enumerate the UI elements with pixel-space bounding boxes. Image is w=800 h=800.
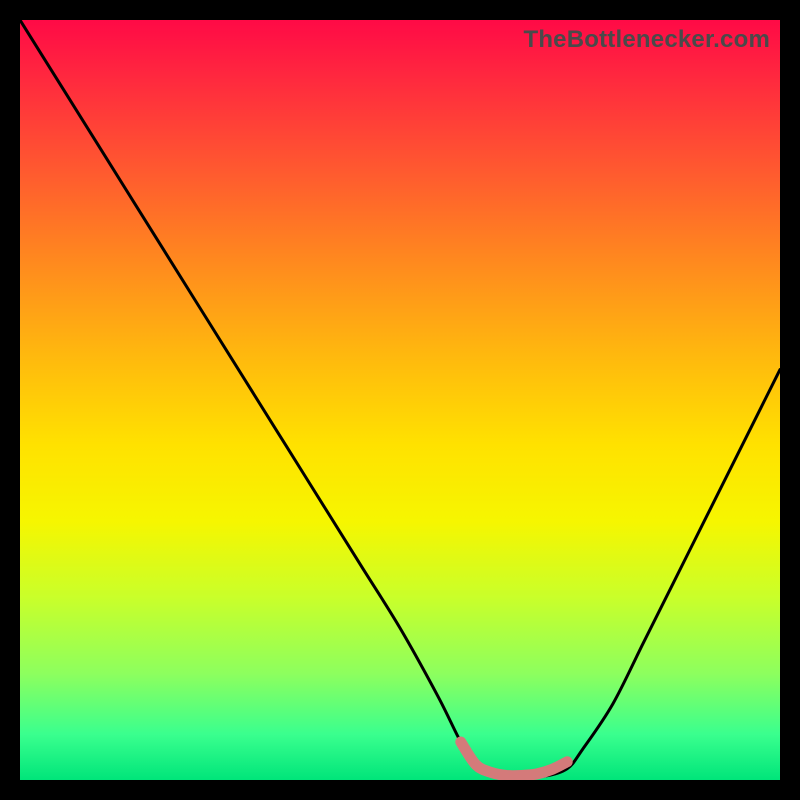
chart-frame: TheBottlenecker.com — [0, 0, 800, 800]
chart-svg — [20, 20, 780, 780]
valley-highlight-path — [461, 742, 567, 776]
plot-area: TheBottlenecker.com — [20, 20, 780, 780]
bottleneck-curve-path — [20, 20, 780, 777]
